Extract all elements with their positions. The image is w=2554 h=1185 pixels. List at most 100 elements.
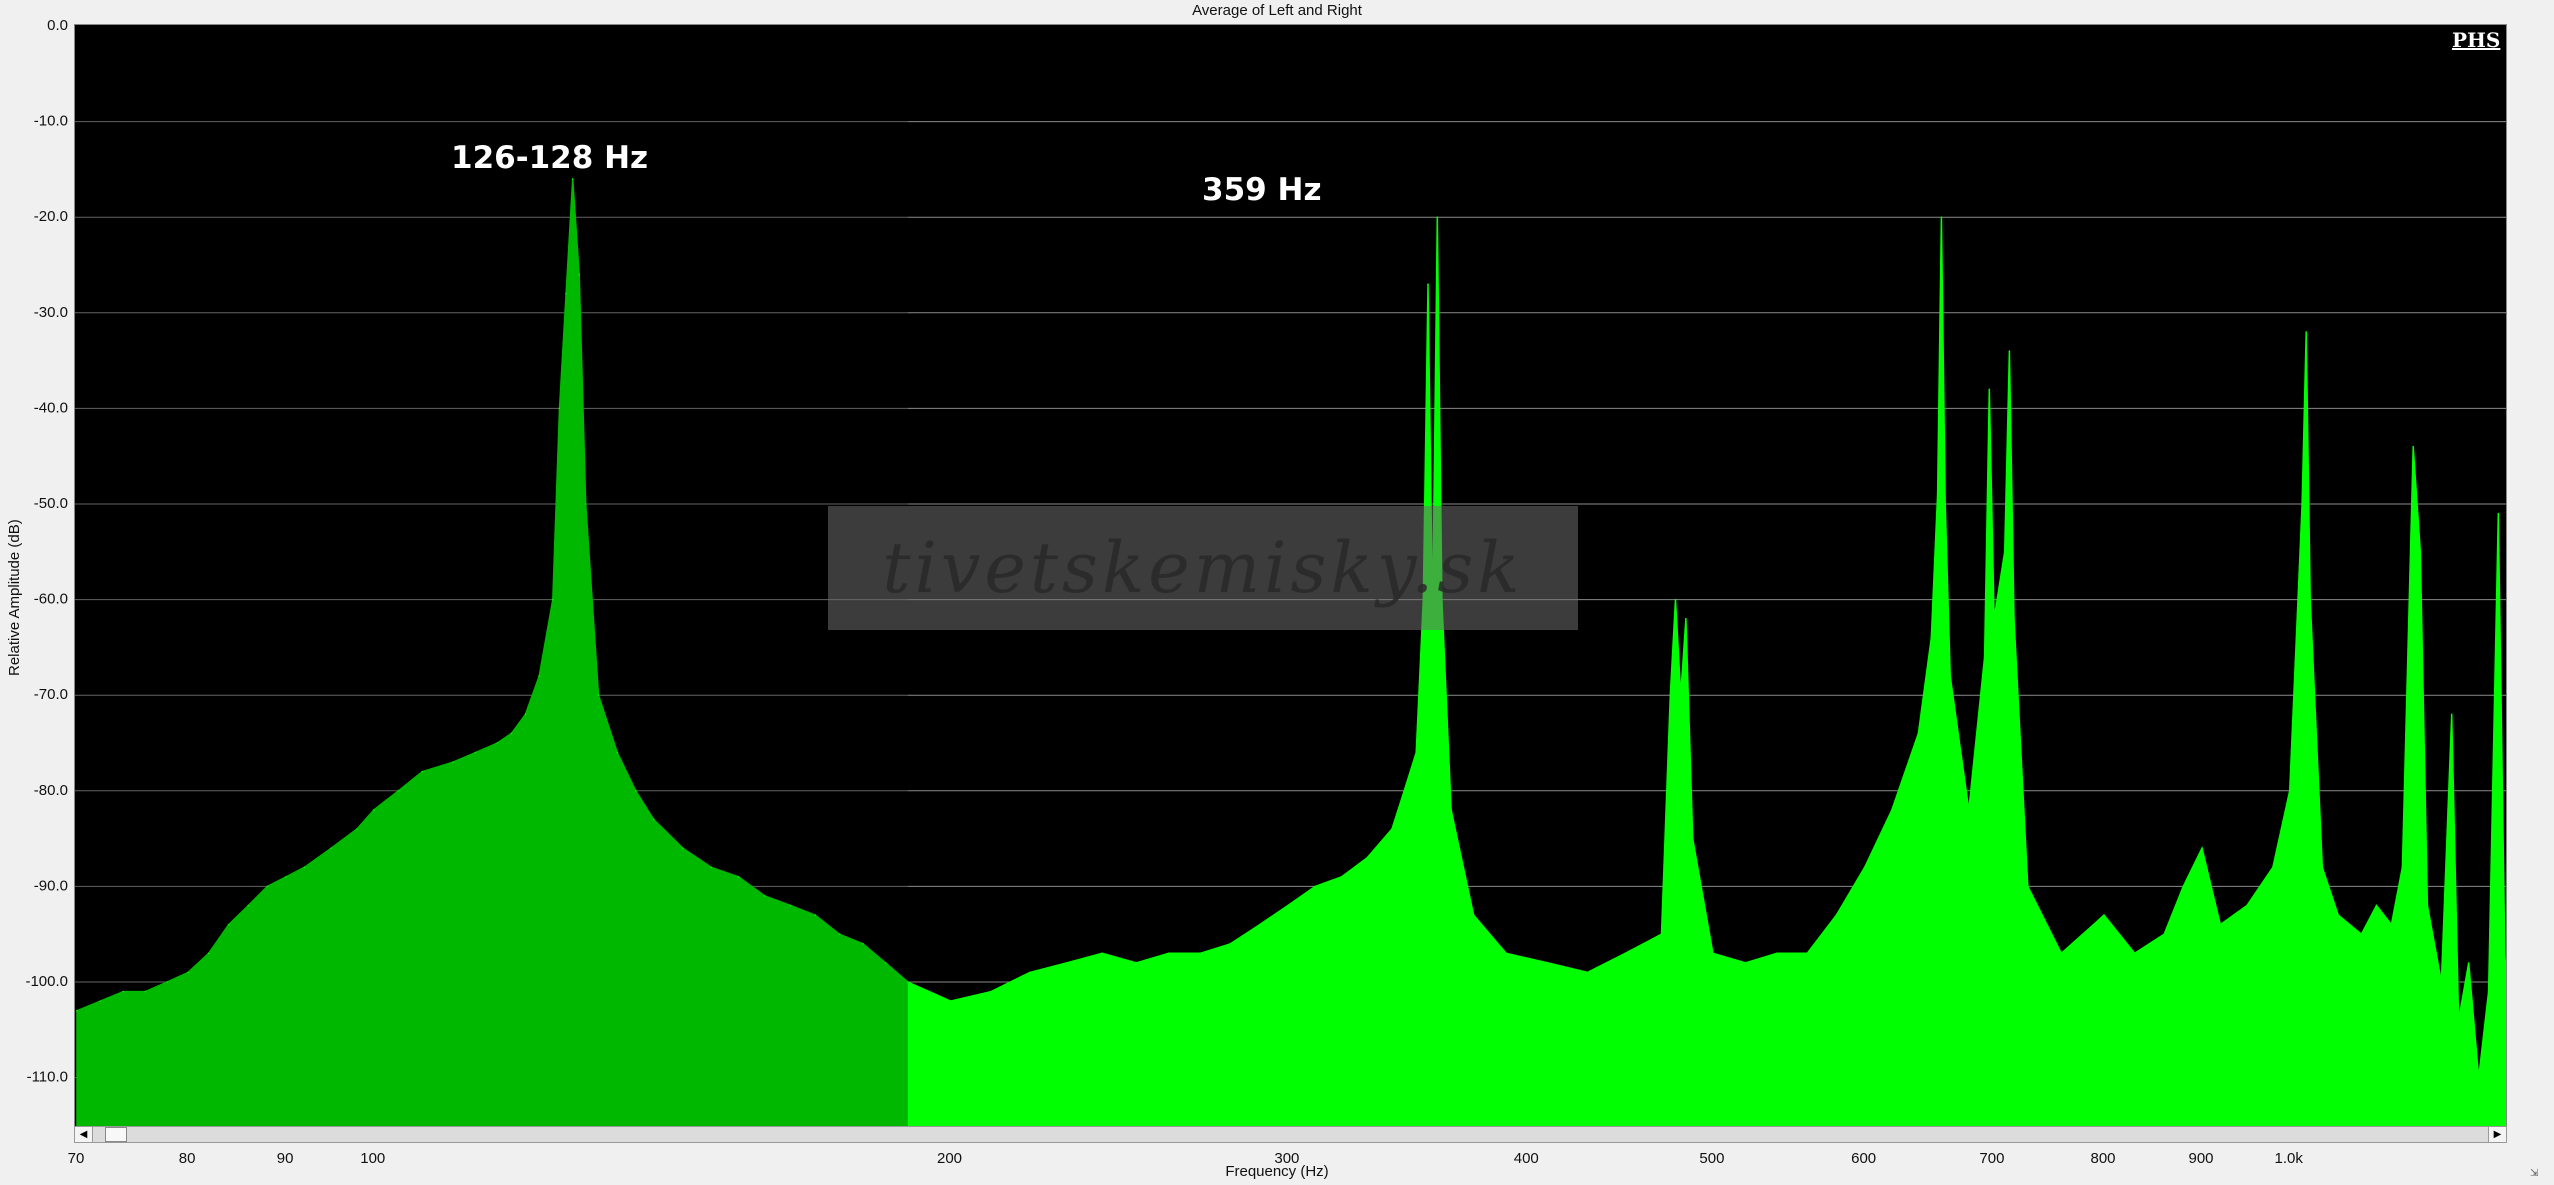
spectrum-point-72 [1669,694,1672,696]
spectrum-point-125 [2467,962,2470,964]
spectrum-point-20 [510,732,513,735]
spectrum-point-18 [474,751,477,754]
spectrum-point-105 [2219,923,2222,926]
spectrum-point-37 [789,904,792,907]
spectrum-point-14 [372,809,375,811]
spectrum-point-63 [1436,216,1439,218]
spectrum-point-82 [1863,866,1866,869]
spectrum-point-8 [247,904,250,907]
spectrum-point-45 [1029,971,1031,974]
spectrum-point-70 [1624,952,1627,955]
y-tick-label: -20.0 [34,208,68,225]
spectrum-point-66 [1472,914,1475,916]
y-tick-label: -90.0 [34,877,68,894]
y-tick-label: -70.0 [34,686,68,703]
y-tick-label: -10.0 [34,113,68,130]
spectrum-point-108 [2288,790,2291,792]
y-tick-label: -80.0 [34,782,68,799]
spectrum-point-65 [1450,809,1452,811]
peak-label-359-hz: 359 Hz [1202,172,1322,208]
spectrum-point-74 [1679,694,1682,696]
spectrum-point-118 [2401,866,2404,869]
watermark-text: tivetskemisky.sk [882,527,1524,609]
peak-label-126-128-hz: 126-128 Hz [451,140,649,176]
spectrum-point-38 [814,914,817,916]
spectrum-point-69 [1586,971,1589,974]
spectrum-point-27 [578,273,580,276]
spectrum-point-7 [227,923,230,926]
spectrum-point-122 [2440,981,2443,983]
spectrum-point-21 [524,713,527,716]
spectrum-point-49 [1168,952,1170,955]
spectrum-point-107 [2272,866,2274,869]
spectrum-point-42 [907,981,909,983]
spectrum-point-126 [2477,1076,2480,1079]
spectrum-point-104 [2201,847,2203,849]
spectrum-point-24 [558,407,561,410]
scroll-right-arrow-icon[interactable]: ▶ [2488,1127,2506,1142]
horizontal-scrollbar[interactable]: ◀ ▶ [74,1126,2507,1143]
spectrum-point-98 [2060,952,2063,955]
spectrum-point-68 [1547,962,1549,964]
spectrum-point-101 [2133,952,2136,955]
spectrum-point-129 [2503,952,2506,955]
spectrum-point-123 [2450,713,2453,716]
spectrum-point-35 [737,876,740,878]
spectrum-point-11 [303,866,306,869]
spectrum-point-117 [2390,923,2393,926]
spectrum-point-77 [1712,952,1714,955]
scroll-left-arrow-icon[interactable]: ◀ [75,1127,93,1142]
phs-logo: PHS [2452,28,2501,52]
spectrum-point-103 [2182,885,2185,888]
spectrum-point-50 [1199,952,1202,955]
spectrum-point-121 [2426,904,2429,907]
spectrum-point-22 [538,675,541,677]
spectrum-point-124 [2457,1019,2460,1022]
spectrum-point-48 [1135,962,1137,964]
spectrum-point-3 [144,990,147,993]
spectrum-point-95 [2008,350,2011,352]
spectrum-point-78 [1744,962,1747,964]
spectrum-point-57 [1391,828,1393,830]
spectrum-point-109 [2297,598,2299,601]
spectrum-point-19 [496,742,499,744]
spectrum-point-71 [1660,933,1663,935]
spectrum-point-55 [1340,876,1343,878]
spectrum-point-67 [1505,952,1508,955]
spectrum-point-115 [2360,933,2363,935]
spectrum-point-111 [2305,331,2307,333]
spectrum-point-89 [1949,675,1952,677]
y-tick-label: -100.0 [25,973,68,990]
spectrum-point-16 [421,770,424,773]
spectrum-point-4 [166,981,168,983]
spectrum-point-88 [1944,503,1947,505]
spectrum-point-61 [1427,283,1429,285]
spectrum-point-28 [584,503,587,505]
spectrum-point-112 [2309,598,2312,601]
spectrum-point-73 [1674,598,1677,601]
resize-grip-icon[interactable]: ⇲ [2530,1168,2538,1179]
spectrum-point-87 [1940,216,1943,218]
spectrum-point-32 [652,818,655,821]
spectrum-point-92 [1988,388,1991,391]
spectrum-point-110 [2301,503,2303,505]
spectrum-point-76 [1691,837,1694,840]
spectrum-point-106 [2246,904,2248,907]
spectrum-point-25 [565,292,567,295]
x-axis-label: Frequency (Hz) [1225,1163,1329,1180]
scroll-thumb[interactable] [105,1127,127,1142]
spectrum-point-128 [2497,512,2500,515]
spectrum-point-39 [838,933,841,935]
y-tick-label: -110.0 [27,1069,68,1086]
spectrum-point-26 [571,178,574,180]
spectrum-point-127 [2487,990,2490,993]
spectrum-point-93 [1993,617,1995,620]
spectrum-point-31 [634,790,637,792]
spectrum-point-114 [2337,914,2339,916]
spectrum-point-40 [862,942,864,945]
spectrum-point-33 [682,847,684,849]
spectrum-point-79 [1776,952,1778,955]
spectrum-point-13 [356,828,358,830]
spectrum-point-54 [1314,885,1316,888]
spectrum-point-44 [990,990,992,993]
